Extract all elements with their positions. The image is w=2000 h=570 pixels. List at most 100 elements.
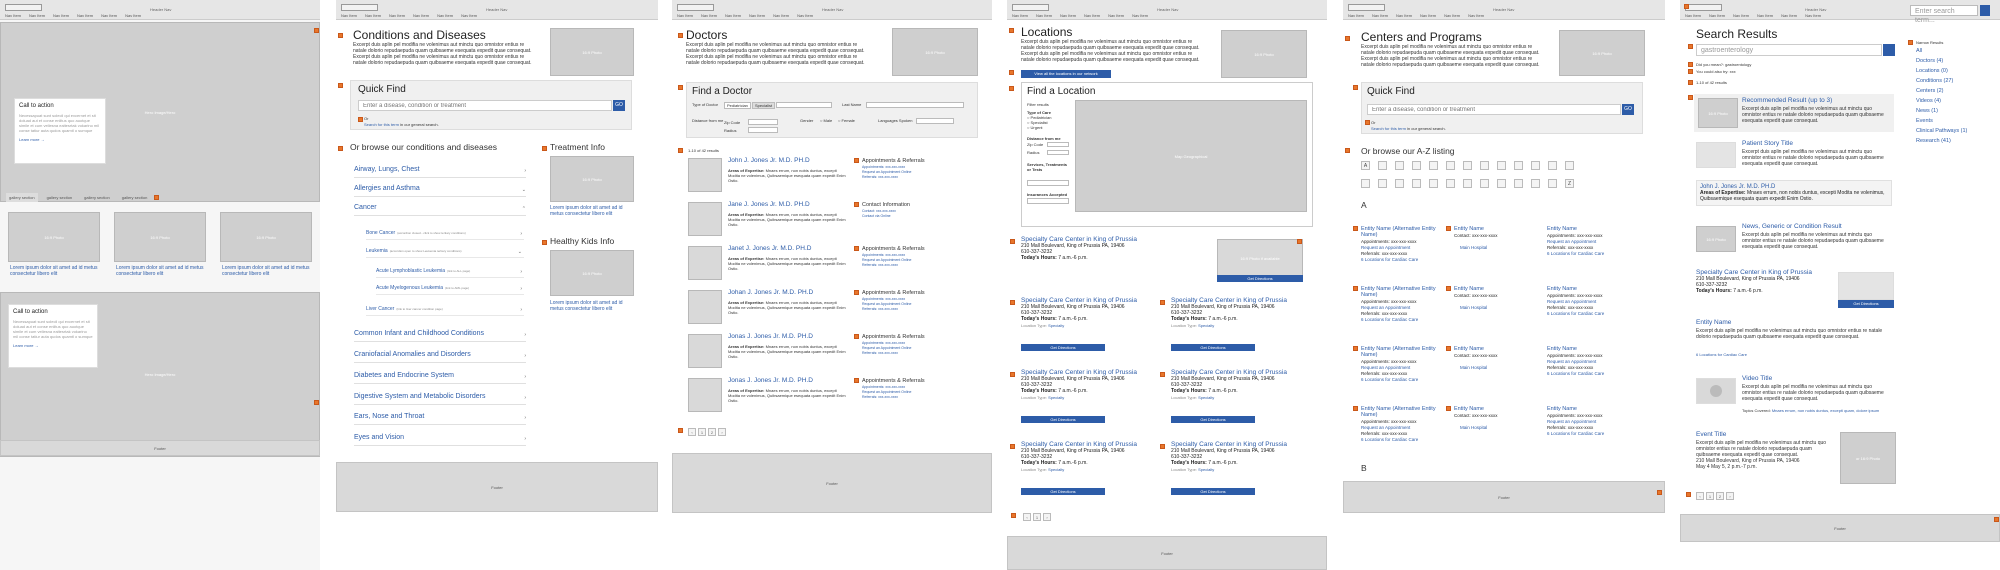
page-prev[interactable]: ‹ xyxy=(1696,492,1704,500)
quickfind-input[interactable] xyxy=(358,100,612,111)
type-option[interactable]: Specialist xyxy=(752,102,776,109)
location-type-value[interactable]: Specialty xyxy=(1048,395,1064,400)
entity-line[interactable]: Main Hospital xyxy=(1460,425,1550,431)
directions-button[interactable]: Get Directions xyxy=(1021,488,1105,495)
entity-name[interactable]: Entity Name (Alternative Entity Name) xyxy=(1361,406,1451,418)
page-number[interactable]: 2 xyxy=(1716,492,1724,500)
gallery-tab[interactable]: gallery section xyxy=(44,193,76,202)
az-letter[interactable] xyxy=(1531,161,1540,170)
side-link[interactable]: Contact via Online xyxy=(862,214,891,218)
insurance-input[interactable] xyxy=(1027,198,1069,204)
location-type-value[interactable]: Specialty xyxy=(1198,323,1214,328)
filter-item[interactable]: Centers (2) xyxy=(1916,88,1944,94)
entity-line[interactable]: 6 Locations for Cardiac Care xyxy=(1547,431,1637,437)
nav-link[interactable]: Nav Item xyxy=(677,13,693,18)
entity-name[interactable]: Entity Name (Alternative Entity Name) xyxy=(1361,286,1451,298)
filter-item[interactable]: Research (41) xyxy=(1916,138,1951,144)
languages-select[interactable] xyxy=(916,118,954,124)
entity-line[interactable]: 6 Locations for Cardiac Care xyxy=(1361,317,1451,323)
lastname-input[interactable] xyxy=(866,102,964,108)
az-letter[interactable] xyxy=(1565,161,1574,170)
az-letter[interactable] xyxy=(1480,179,1489,188)
doctor-name[interactable]: Jonas J. Jones Jr. M.D. PH.D xyxy=(728,333,813,340)
nav-link[interactable]: Nav Item xyxy=(29,13,45,18)
az-letter[interactable] xyxy=(1446,179,1455,188)
page-prev[interactable]: ‹ xyxy=(688,428,696,436)
nav-link[interactable]: Nav Item xyxy=(413,13,429,18)
filter-item[interactable]: Locations (0) xyxy=(1916,68,1948,74)
header-search-input[interactable]: Enter search term... xyxy=(1910,5,1978,24)
az-letter[interactable] xyxy=(1361,179,1370,188)
entity-line[interactable]: 6 Locations for Cardiac Care xyxy=(1547,251,1637,257)
side-link[interactable]: Appointments: xxx-xxx-xxxx xyxy=(862,253,905,257)
page-number[interactable]: 1 xyxy=(1706,492,1714,500)
entity-line[interactable]: Main Hospital xyxy=(1460,305,1550,311)
side-link[interactable]: Referrals: xxx-xxx-xxxx xyxy=(862,395,898,399)
nav-link[interactable]: Nav Item xyxy=(461,13,477,18)
nav-link[interactable]: Nav Item xyxy=(365,13,381,18)
entity-title[interactable]: Entity Name xyxy=(1696,319,1731,326)
sub-accordion[interactable]: Acute Lymphoblastic Leukemia (link to ALL… xyxy=(376,266,524,278)
type-input[interactable] xyxy=(776,102,832,108)
directions-button[interactable]: Get Directions xyxy=(1171,416,1255,423)
recommended-title[interactable]: Recommended Result (up to 3) xyxy=(1742,97,1832,104)
side-link[interactable]: Request an Appointment Online xyxy=(862,390,911,394)
gender-option[interactable]: ○ Female xyxy=(838,118,855,123)
nav-link[interactable]: Nav Item xyxy=(1685,13,1701,18)
condition-accordion[interactable]: Ears, Nose and Throat › xyxy=(354,411,526,425)
logo[interactable] xyxy=(1012,4,1049,11)
nav-link[interactable]: Nav Item xyxy=(797,13,813,18)
az-letter[interactable] xyxy=(1463,161,1472,170)
directions-button[interactable]: Get Directions xyxy=(1021,416,1105,423)
entity-line[interactable]: 6 Locations for Cardiac Care xyxy=(1361,437,1451,443)
video-title[interactable]: Video Title xyxy=(1742,375,1772,382)
nav-link[interactable]: Nav Item xyxy=(773,13,789,18)
gender-option[interactable]: ○ Male xyxy=(820,118,832,123)
nav-link[interactable]: Nav Item xyxy=(125,13,141,18)
nav-link[interactable]: Nav Item xyxy=(53,13,69,18)
logo[interactable] xyxy=(1348,4,1385,11)
radius-input[interactable] xyxy=(1047,150,1069,155)
condition-accordion[interactable]: Diabetes and Endocrine System › xyxy=(354,370,526,384)
side-link[interactable]: Request an Appointment Online xyxy=(862,302,911,306)
az-letter[interactable] xyxy=(1395,179,1404,188)
search-button[interactable] xyxy=(1883,44,1895,56)
filter-item[interactable]: All xyxy=(1916,48,1922,54)
side-link[interactable]: Appointments: xxx-xxx-xxxx xyxy=(862,297,905,301)
az-letter[interactable] xyxy=(1412,179,1421,188)
condition-accordion[interactable]: Eyes and Vision › xyxy=(354,432,526,446)
tile-text[interactable]: Lorem ipsum dolor sit amet ad id metus c… xyxy=(116,265,204,277)
entity-name[interactable]: Entity Name xyxy=(1547,406,1637,412)
quickfind-input[interactable] xyxy=(1367,104,1621,115)
nav-link[interactable]: Nav Item xyxy=(1348,13,1364,18)
side-link[interactable]: Appointments: xxx-xxx-xxxx xyxy=(862,385,905,389)
az-letter[interactable] xyxy=(1497,161,1506,170)
cta-link[interactable]: Learn more → xyxy=(19,137,101,142)
az-letter[interactable] xyxy=(1463,179,1472,188)
did-you-mean[interactable]: Did you mean?: gastroentology xyxy=(1696,62,1751,67)
nav-link[interactable]: Nav Item xyxy=(341,13,357,18)
tile-text[interactable]: Lorem ipsum dolor sit amet ad id metus c… xyxy=(222,265,310,277)
nav-link[interactable]: Nav Item xyxy=(1396,13,1412,18)
location-type-value[interactable]: Specialty xyxy=(1198,467,1214,472)
sub-accordion[interactable]: Liver Cancer (link to liver cancer condit… xyxy=(366,304,524,316)
directions-button[interactable]: Get Directions xyxy=(1171,344,1255,351)
condition-accordion[interactable]: Airway, Lungs, Chest › xyxy=(354,164,526,178)
filter-item[interactable]: Videos (4) xyxy=(1916,98,1941,104)
zip-input[interactable] xyxy=(1047,142,1069,147)
sub-accordion[interactable]: Bone Cancer (accordion closed - click to … xyxy=(366,228,524,240)
az-letter[interactable] xyxy=(1429,179,1438,188)
care-option[interactable]: ○ Urgent xyxy=(1027,125,1043,130)
go-button[interactable]: GO xyxy=(613,100,625,111)
az-letter[interactable] xyxy=(1531,179,1540,188)
nav-link[interactable]: Nav Item xyxy=(1757,13,1773,18)
nav-link[interactable]: Nav Item xyxy=(749,13,765,18)
az-letter[interactable]: Z xyxy=(1565,179,1574,188)
filter-item[interactable]: Conditions (27) xyxy=(1916,78,1953,84)
page-next[interactable]: › xyxy=(718,428,726,436)
side-link[interactable]: Request an Appointment Online xyxy=(862,258,911,262)
nav-link[interactable]: Nav Item xyxy=(5,13,21,18)
location-type-value[interactable]: Specialty xyxy=(1048,323,1064,328)
side-link[interactable]: Request an Appointment Online xyxy=(862,170,911,174)
location-map[interactable]: Map Geographical xyxy=(1075,100,1307,212)
